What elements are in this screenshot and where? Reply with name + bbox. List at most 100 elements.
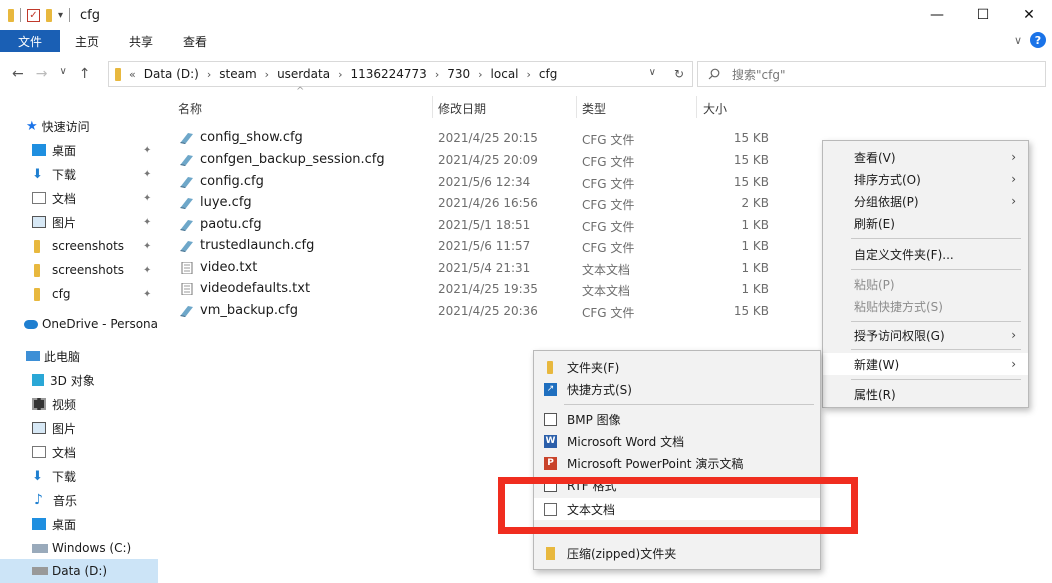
submenu-arrow-icon: ›	[1011, 194, 1016, 208]
address-bar[interactable]: « Data (D:) › steam › userdata › 1136224…	[108, 61, 693, 87]
breadcrumb-segment[interactable]: Data (D:)	[144, 67, 199, 81]
sidebar-item-desktop[interactable]: 桌面 ✦	[32, 138, 190, 162]
menu-item-new-zip[interactable]: 压缩(zipped)文件夹	[534, 542, 820, 564]
sidebar-item-cfg[interactable]: cfg ✦	[34, 282, 192, 306]
menu-item-new-shortcut[interactable]: ↗ 快捷方式(S)	[534, 378, 820, 400]
pin-icon[interactable]: ✦	[143, 217, 151, 228]
properties-check-icon[interactable]: ✓	[27, 8, 40, 22]
sidebar-item-screenshots[interactable]: screenshots ✦	[34, 258, 192, 282]
menu-item-give-access[interactable]: 授予访问权限(G) ›	[823, 324, 1028, 346]
close-button[interactable]: ✕	[1006, 0, 1052, 30]
menu-item-sort-by[interactable]: 排序方式(O) ›	[823, 168, 1028, 190]
file-row[interactable]: config_show.cfg 2021/4/25 20:15 CFG 文件 1…	[170, 128, 810, 149]
breadcrumb-segment[interactable]: 730	[447, 67, 470, 81]
sidebar-item-documents[interactable]: 文档 ✦	[32, 186, 190, 210]
menu-item-new[interactable]: 新建(W) ›	[823, 353, 1028, 375]
sidebar-item-pictures[interactable]: 图片	[32, 416, 190, 440]
menu-item-new-word[interactable]: W Microsoft Word 文档	[534, 430, 820, 452]
breadcrumb-segment[interactable]: 1136224773	[350, 67, 426, 81]
column-header-type[interactable]: 类型	[582, 96, 606, 120]
maximize-button[interactable]: ☐	[960, 0, 1006, 30]
menu-item-refresh[interactable]: 刷新(E)	[823, 212, 1028, 234]
address-overflow-icon[interactable]: «	[129, 68, 136, 81]
tab-view[interactable]: 查看	[168, 30, 222, 52]
sidebar-item-videos[interactable]: 视频	[32, 392, 190, 416]
sidebar-item-quick-access[interactable]: ★ 快速访问	[26, 114, 184, 138]
minimize-button[interactable]: —	[914, 0, 960, 30]
folder-icon	[8, 8, 14, 22]
tab-home[interactable]: 主页	[60, 30, 114, 52]
pin-icon[interactable]: ✦	[143, 241, 151, 252]
menu-item-new-powerpoint[interactable]: P Microsoft PowerPoint 演示文稿	[534, 452, 820, 474]
file-row[interactable]: confgen_backup_session.cfg 2021/4/25 20:…	[170, 150, 810, 171]
sidebar-item-desktop[interactable]: 桌面	[32, 512, 190, 536]
expand-ribbon-chevron-icon[interactable]: ∨	[1014, 34, 1022, 47]
breadcrumb-chevron-icon[interactable]: ›	[207, 68, 211, 81]
sidebar-item-music[interactable]: ♪ 音乐	[34, 488, 192, 512]
breadcrumb-chevron-icon[interactable]: ›	[527, 68, 531, 81]
breadcrumb-segment[interactable]: cfg	[539, 67, 557, 81]
menu-item-label: 文件夹(F)	[567, 360, 620, 375]
file-row[interactable]: videodefaults.txt 2021/4/25 19:35 文本文档 1…	[170, 279, 810, 300]
column-header-name[interactable]: 名称	[178, 96, 202, 120]
tab-share[interactable]: 共享	[114, 30, 168, 52]
sidebar-item-screenshots[interactable]: screenshots ✦	[34, 234, 192, 258]
address-tail: ∨ ↻	[649, 67, 684, 81]
column-header-date[interactable]: 修改日期	[438, 96, 486, 120]
column-divider[interactable]	[432, 96, 433, 118]
pin-icon[interactable]: ✦	[143, 265, 151, 276]
breadcrumb-chevron-icon[interactable]: ›	[435, 68, 439, 81]
recent-locations-dropdown-icon[interactable]: ∨	[59, 66, 66, 82]
menu-item-properties[interactable]: 属性(R)	[823, 383, 1028, 405]
breadcrumb-segment[interactable]: userdata	[277, 67, 330, 81]
breadcrumb-chevron-icon[interactable]: ›	[265, 68, 269, 81]
address-history-dropdown-icon[interactable]: ∨	[649, 67, 656, 81]
submenu-arrow-icon: ›	[1011, 150, 1016, 164]
menu-item-new-folder[interactable]: 文件夹(F)	[534, 356, 820, 378]
pin-icon[interactable]: ✦	[143, 289, 151, 300]
sidebar-item-data-d[interactable]: Data (D:)	[0, 559, 158, 583]
customize-toolbar-dropdown-icon[interactable]: ▾	[58, 10, 63, 21]
pin-icon[interactable]: ✦	[143, 193, 151, 204]
pin-icon[interactable]: ✦	[143, 169, 151, 180]
cube-icon	[32, 374, 44, 386]
new-folder-icon[interactable]	[46, 8, 52, 22]
breadcrumb-chevron-icon[interactable]: ›	[338, 68, 342, 81]
help-icon[interactable]: ?	[1030, 32, 1046, 48]
search-input[interactable]: 搜索"cfg"	[697, 61, 1046, 87]
menu-item-label: Microsoft Word 文档	[567, 434, 685, 449]
sidebar-item-label: screenshots	[52, 263, 125, 277]
sidebar-item-downloads[interactable]: ⬇ 下载	[32, 464, 190, 488]
back-arrow-icon[interactable]: ←	[12, 66, 24, 82]
tab-file[interactable]: 文件	[0, 30, 61, 52]
menu-item-customize-folder[interactable]: 自定义文件夹(F)...	[823, 243, 1028, 265]
menu-item-group-by[interactable]: 分组依据(P) ›	[823, 190, 1028, 212]
forward-arrow-icon[interactable]: →	[36, 66, 48, 82]
sidebar-item-3d-objects[interactable]: 3D 对象	[32, 368, 190, 392]
file-row[interactable]: trustedlaunch.cfg 2021/5/6 11:57 CFG 文件 …	[170, 236, 810, 257]
column-divider[interactable]	[696, 96, 697, 118]
breadcrumb-chevron-icon[interactable]: ›	[478, 68, 482, 81]
sidebar-item-documents[interactable]: 文档	[32, 440, 190, 464]
column-header-size[interactable]: 大小	[703, 96, 727, 120]
pin-icon[interactable]: ✦	[143, 145, 151, 156]
breadcrumb-segment[interactable]: local	[491, 67, 519, 81]
file-row[interactable]: config.cfg 2021/5/6 12:34 CFG 文件 15 KB	[170, 172, 810, 193]
file-type: CFG 文件	[582, 241, 635, 255]
sidebar-item-onedrive[interactable]: OneDrive - Persona	[24, 312, 158, 336]
sidebar-item-this-pc[interactable]: 此电脑	[26, 344, 184, 368]
sidebar-item-pictures[interactable]: 图片 ✦	[32, 210, 190, 234]
sidebar-item-downloads[interactable]: ⬇ 下载 ✦	[32, 162, 190, 186]
breadcrumb-segment[interactable]: steam	[219, 67, 256, 81]
refresh-icon[interactable]: ↻	[674, 67, 684, 81]
file-row[interactable]: paotu.cfg 2021/5/1 18:51 CFG 文件 1 KB	[170, 215, 810, 236]
zip-folder-icon	[546, 547, 555, 560]
sidebar-item-windows-c[interactable]: Windows (C:)	[32, 536, 190, 560]
column-divider[interactable]	[576, 96, 577, 118]
file-row[interactable]: video.txt 2021/5/4 21:31 文本文档 1 KB	[170, 258, 810, 279]
file-row[interactable]: luye.cfg 2021/4/26 16:56 CFG 文件 2 KB	[170, 193, 810, 214]
menu-item-new-bmp[interactable]: BMP 图像	[534, 408, 820, 430]
up-arrow-icon[interactable]: ↑	[79, 66, 91, 82]
menu-item-view[interactable]: 查看(V) ›	[823, 146, 1028, 168]
file-row[interactable]: vm_backup.cfg 2021/4/25 20:36 CFG 文件 15 …	[170, 301, 810, 322]
